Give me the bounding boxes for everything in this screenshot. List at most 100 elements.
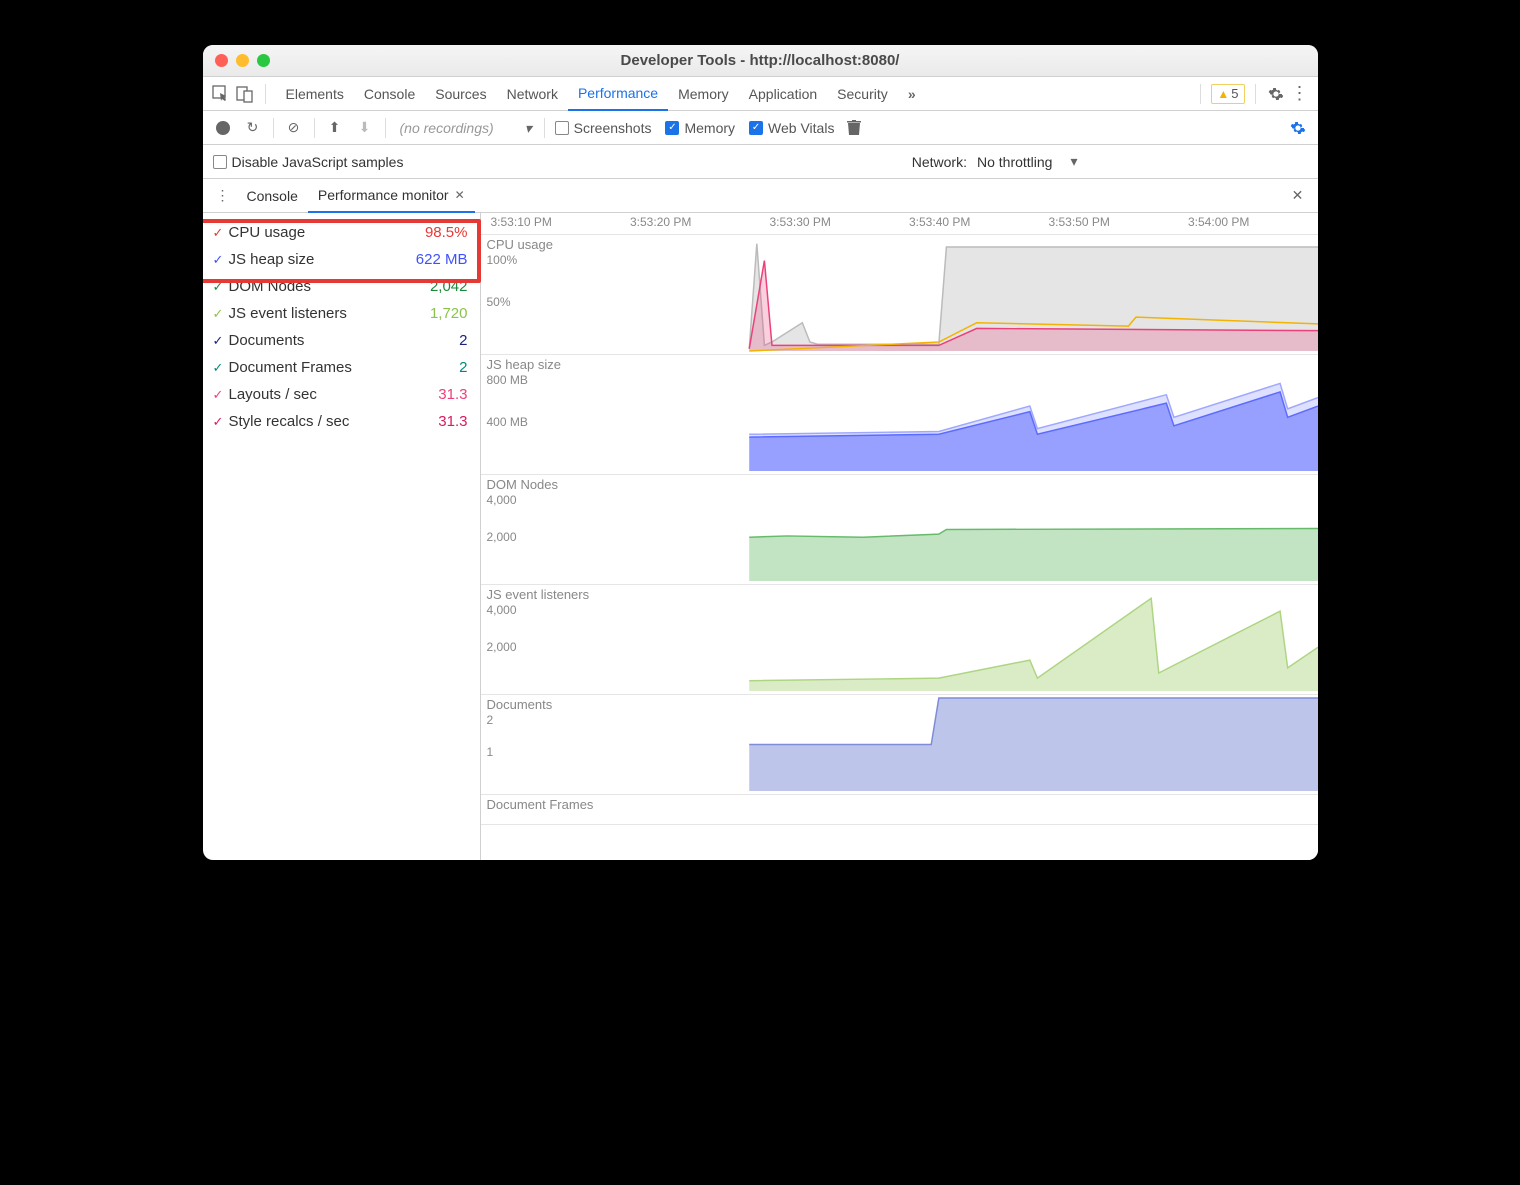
metric-cpu-usage[interactable]: ✓ CPU usage 98.5% (203, 219, 480, 246)
metric-value: 1,720 (398, 305, 468, 322)
chart-title: Document Frames (487, 797, 594, 812)
tab-performance[interactable]: Performance (568, 77, 668, 111)
metric-value: 622 MB (398, 251, 468, 268)
time-tick: 3:53:10 PM (491, 215, 552, 229)
check-icon: ✓ (213, 225, 229, 241)
check-icon: ✓ (213, 252, 229, 268)
chart-documents: Documents21 (481, 695, 1318, 795)
metric-layouts-sec[interactable]: ✓ Layouts / sec 31.3 (203, 381, 480, 408)
metric-documents[interactable]: ✓ Documents 2 (203, 327, 480, 354)
warning-icon: ▲ (1217, 87, 1229, 101)
check-icon: ✓ (213, 387, 229, 403)
tab-memory[interactable]: Memory (668, 77, 739, 111)
download-icon[interactable]: ⬇ (355, 118, 375, 138)
metric-value: 2 (398, 359, 468, 376)
checkbox-memory[interactable]: ✓Memory (665, 120, 735, 136)
metrics-sidebar: ✓ CPU usage 98.5%✓ JS heap size 622 MB✓ … (203, 213, 481, 860)
metric-value: 2 (398, 332, 468, 349)
network-label: Network: (912, 154, 967, 170)
chart-cpu-usage: CPU usage100%50% (481, 235, 1318, 355)
metric-value: 31.3 (398, 386, 468, 403)
close-drawer-icon[interactable]: ✕ (1288, 187, 1308, 204)
tab-elements[interactable]: Elements (276, 77, 354, 111)
metric-label: JS heap size (229, 251, 398, 268)
settings-icon[interactable] (1266, 84, 1286, 104)
close-window-icon[interactable] (215, 54, 228, 67)
network-throttling-dropdown[interactable]: No throttling ▾ (977, 153, 1078, 170)
metric-value: 31.3 (398, 413, 468, 430)
metric-label: CPU usage (229, 224, 398, 241)
checkbox-web-vitals[interactable]: ✓Web Vitals (749, 120, 834, 136)
time-tick: 3:53:50 PM (1049, 215, 1110, 229)
minimize-window-icon[interactable] (236, 54, 249, 67)
chevron-down-icon: ▾ (1070, 153, 1077, 170)
checkbox-screenshots[interactable]: Screenshots (555, 120, 652, 136)
maximize-window-icon[interactable] (257, 54, 270, 67)
charts-panel: 3:53:10 PM 3:53:20 PM 3:53:30 PM 3:53:40 PM… (481, 213, 1318, 860)
metric-label: DOM Nodes (229, 278, 398, 295)
metric-label: Layouts / sec (229, 386, 398, 403)
close-tab-icon[interactable]: ✕ (455, 188, 465, 202)
time-tick: 3:53:20 PM (630, 215, 691, 229)
chart-dom-nodes: DOM Nodes4,0002,000 (481, 475, 1318, 585)
tab-network[interactable]: Network (497, 77, 568, 111)
window-title: Developer Tools - http://localhost:8080/ (203, 52, 1318, 69)
devtools-window: Developer Tools - http://localhost:8080/… (203, 45, 1318, 860)
metric-document-frames[interactable]: ✓ Document Frames 2 (203, 354, 480, 381)
performance-toolbar: ↻ ⊘ ⬆ ⬇ (no recordings) Screenshots ✓Memo… (203, 111, 1318, 145)
metric-label: JS event listeners (229, 305, 398, 322)
more-menu-icon[interactable]: ⋮ (1290, 84, 1310, 104)
tab-sources[interactable]: Sources (425, 77, 496, 111)
metric-style-recalcs-sec[interactable]: ✓ Style recalcs / sec 31.3 (203, 408, 480, 435)
chart-title: JS heap size (487, 357, 561, 372)
metric-js-heap-size[interactable]: ✓ JS heap size 622 MB (203, 246, 480, 273)
metric-label: Style recalcs / sec (229, 413, 398, 430)
time-axis: 3:53:10 PM 3:53:20 PM 3:53:30 PM 3:53:40 PM… (481, 213, 1318, 235)
chart-document-frames: Document Frames (481, 795, 1318, 825)
disable-js-samples-checkbox[interactable]: Disable JavaScript samples (213, 154, 404, 170)
more-tabs-icon[interactable]: » (902, 84, 922, 104)
inspect-element-icon[interactable] (211, 84, 231, 104)
tab-application[interactable]: Application (739, 77, 828, 111)
main-tab-bar: ElementsConsoleSourcesNetworkPerformance… (203, 77, 1318, 111)
clear-icon[interactable]: ⊘ (284, 118, 304, 138)
drawer-menu-icon[interactable]: ⋮ (213, 187, 233, 204)
upload-icon[interactable]: ⬆ (325, 118, 345, 138)
metric-value: 2,042 (398, 278, 468, 295)
chart-title: Documents (487, 697, 553, 712)
drawer-tab-console[interactable]: Console (237, 179, 308, 213)
check-icon: ✓ (213, 333, 229, 349)
chart-js-event-listeners: JS event listeners4,0002,000 (481, 585, 1318, 695)
check-icon: ✓ (213, 306, 229, 322)
time-tick: 3:54:00 PM (1188, 215, 1249, 229)
time-tick: 3:53:40 PM (909, 215, 970, 229)
drawer-tab-performance-monitor[interactable]: Performance monitor✕ (308, 179, 475, 213)
metric-label: Documents (229, 332, 398, 349)
panel-settings-icon[interactable] (1288, 118, 1308, 138)
disable-js-samples-label: Disable JavaScript samples (232, 154, 404, 170)
tab-console[interactable]: Console (354, 77, 425, 111)
trash-icon[interactable] (844, 118, 864, 138)
titlebar: Developer Tools - http://localhost:8080/ (203, 45, 1318, 77)
metric-label: Document Frames (229, 359, 398, 376)
drawer-tab-bar: ⋮ ConsolePerformance monitor✕ ✕ (203, 179, 1318, 213)
check-icon: ✓ (213, 360, 229, 376)
metric-value: 98.5% (398, 224, 468, 241)
check-icon: ✓ (213, 414, 229, 430)
chart-title: JS event listeners (487, 587, 590, 602)
chart-title: CPU usage (487, 237, 553, 252)
recordings-dropdown[interactable]: (no recordings) (396, 120, 534, 136)
performance-options-bar: Disable JavaScript samples Network: No t… (203, 145, 1318, 179)
reload-icon[interactable]: ↻ (243, 118, 263, 138)
chart-js-heap-size: JS heap size800 MB400 MB (481, 355, 1318, 475)
time-tick: 3:53:30 PM (770, 215, 831, 229)
warning-count: 5 (1231, 86, 1238, 101)
metric-js-event-listeners[interactable]: ✓ JS event listeners 1,720 (203, 300, 480, 327)
device-toggle-icon[interactable] (235, 84, 255, 104)
tab-security[interactable]: Security (827, 77, 898, 111)
check-icon: ✓ (213, 279, 229, 295)
warnings-badge[interactable]: ▲ 5 (1211, 84, 1244, 104)
metric-dom-nodes[interactable]: ✓ DOM Nodes 2,042 (203, 273, 480, 300)
chart-title: DOM Nodes (487, 477, 559, 492)
record-icon[interactable] (213, 118, 233, 138)
